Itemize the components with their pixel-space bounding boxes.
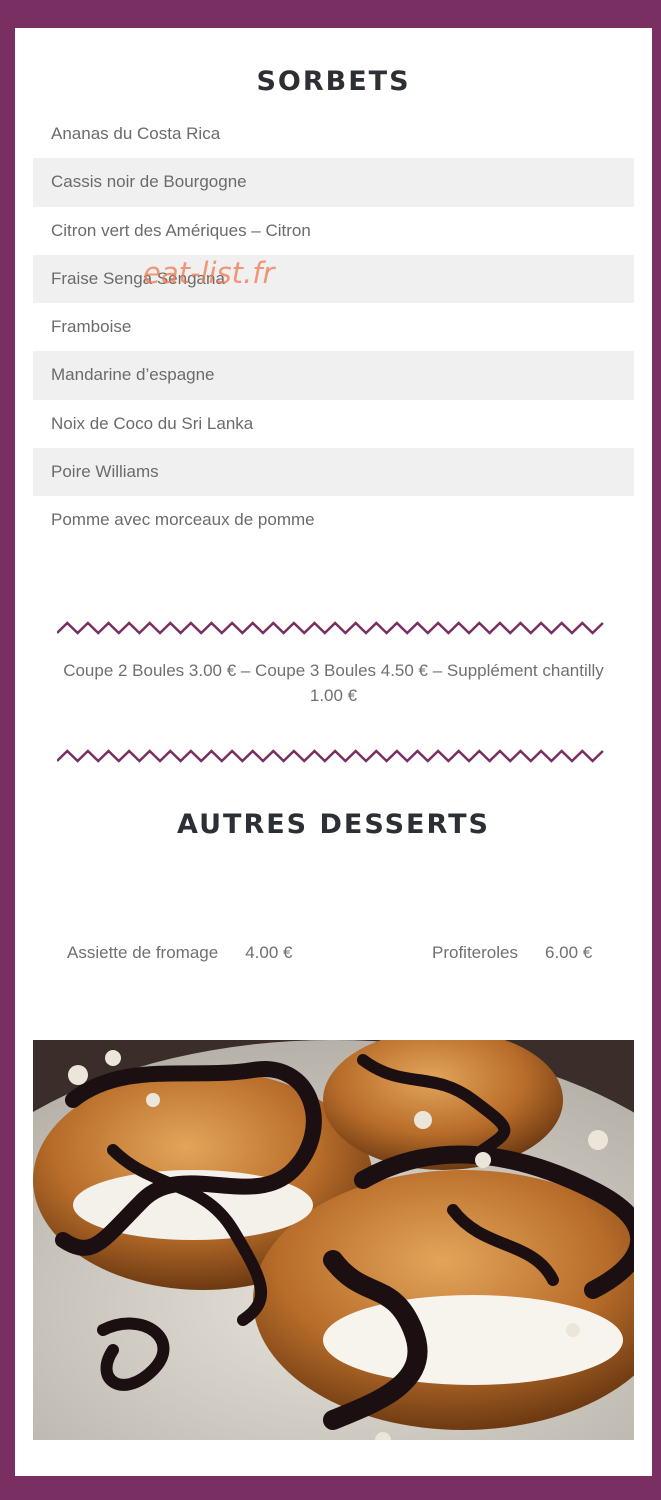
- zigzag-divider-bottom: [57, 749, 604, 763]
- sorbet-list: Ananas du Costa Rica Cassis noir de Bour…: [33, 110, 634, 545]
- list-item: Poire Williams: [33, 448, 634, 497]
- list-item: Noix de Coco du Sri Lanka: [51, 413, 254, 433]
- dessert-item-profiteroles: Profiteroles 6.00 €: [432, 943, 592, 963]
- dessert-price: 4.00 €: [245, 943, 293, 962]
- menu-card: SORBETS Ananas du Costa Rica Cassis noir…: [15, 28, 652, 1476]
- dessert-name: Assiette de fromage: [67, 943, 219, 962]
- price-note: Coupe 2 Boules 3.00 € – Coupe 3 Boules 4…: [63, 661, 604, 705]
- list-item: Mandarine d’espagne: [33, 351, 634, 400]
- dessert-item-fromage: Assiette de fromage 4.00 €: [67, 943, 292, 963]
- list-item: Fraise Senga Sengana: [33, 254, 634, 304]
- desserts-title: AUTRES DESSERTS: [177, 809, 490, 840]
- dessert-price: 6.00 €: [544, 943, 593, 962]
- sorbets-title: SORBETS: [256, 66, 411, 97]
- list-item: Cassis noir de Bourgogne: [33, 158, 634, 207]
- list-item: Framboise: [51, 317, 132, 337]
- list-item: Ananas du Costa Rica: [51, 124, 221, 143]
- zigzag-divider-top: [57, 621, 604, 635]
- list-item: Citron vert des Amériques – Citron: [51, 220, 311, 240]
- profiteroles-photo: [33, 1040, 634, 1440]
- list-item: Pomme avec morceaux de pomme: [51, 510, 315, 530]
- dessert-name: Profiteroles: [432, 943, 518, 962]
